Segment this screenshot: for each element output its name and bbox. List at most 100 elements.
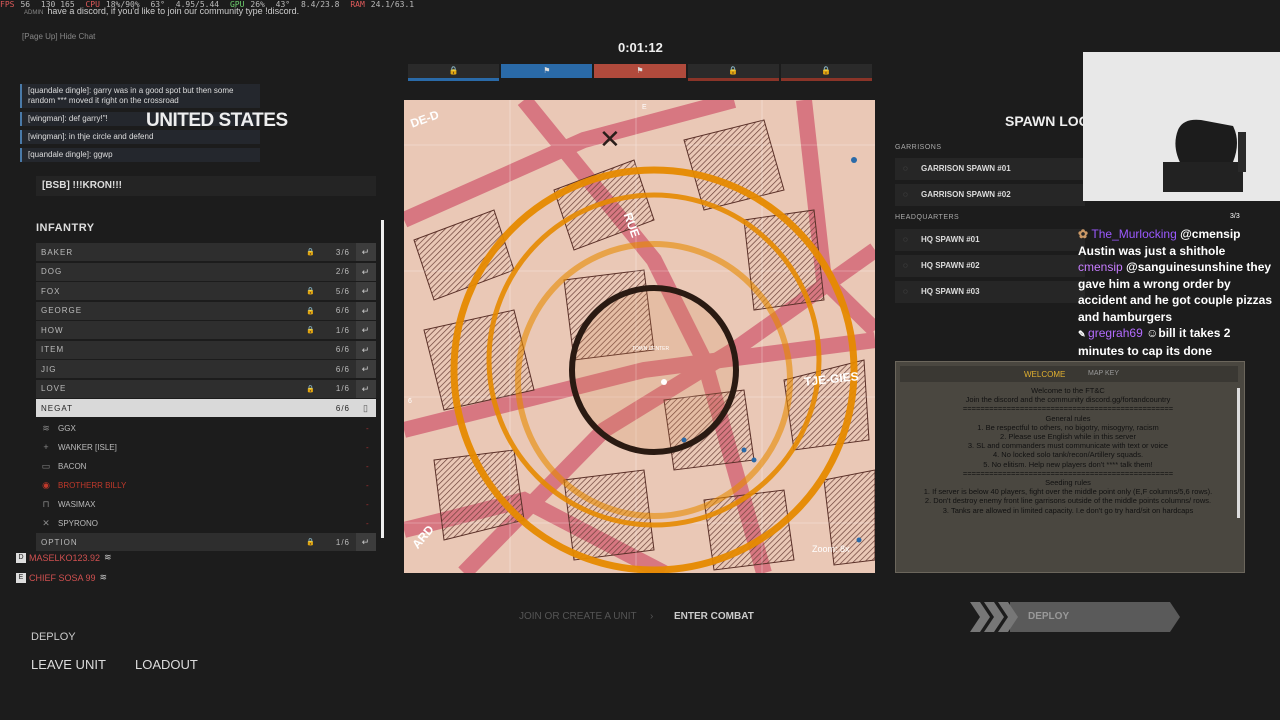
- unassigned-player[interactable]: E CHIEF SOSA 99 ≋: [16, 572, 107, 583]
- engineer-icon: ✕: [42, 517, 50, 528]
- welcome-line: 3. Tanks are allowed in limited capacity…: [942, 505, 1194, 515]
- ram-label: RAM: [350, 0, 365, 9]
- welcome-line: Join the discord and the community disco…: [965, 395, 1171, 405]
- join-unit-button[interactable]: ↵: [356, 379, 376, 398]
- member-row[interactable]: + WANKER [ISLE] -: [36, 438, 376, 456]
- spawn-icon: ◌: [903, 235, 908, 244]
- spawn-label: HQ SPAWN #02: [921, 261, 980, 270]
- unit-row-option[interactable]: OPTION 🔒 1/6 ↵: [36, 533, 376, 551]
- vram-value: 8.4/23.8: [300, 0, 340, 9]
- member-name: BACON: [58, 461, 87, 471]
- unit-row-negat[interactable]: NEGAT 6/6 ▯: [36, 399, 376, 417]
- unit-count: 1/6: [335, 384, 350, 393]
- leave-unit-button[interactable]: LEAVE UNIT: [31, 657, 106, 672]
- spawn-label: HQ SPAWN #01: [921, 235, 980, 244]
- spawn-icon: ◌: [903, 287, 908, 296]
- member-row[interactable]: ◉ BROTHERR BILLY -: [36, 476, 376, 494]
- deploy-button[interactable]: DEPLOY: [970, 602, 1180, 632]
- lock-icon: 🔒: [306, 385, 316, 393]
- welcome-scrollbar[interactable]: [1237, 388, 1240, 518]
- member-row[interactable]: ▭ BACON -: [36, 457, 376, 475]
- unit-name: NEGAT: [41, 403, 73, 413]
- tab-map-key[interactable]: MAP KEY: [1088, 370, 1119, 377]
- join-unit-button[interactable]: ↵: [356, 360, 376, 378]
- join-unit-button[interactable]: ↵: [356, 262, 376, 281]
- tactical-map[interactable]: ✕ TOWN CENTER Zoom: 8x E 6 RUE TJE-GIES …: [404, 100, 875, 573]
- member-name: WANKER [ISLE]: [58, 442, 117, 452]
- unit-name: GEORGE: [41, 306, 83, 315]
- unit-row-baker[interactable]: BAKER 🔒 3/6 ↵: [36, 243, 376, 261]
- spawn-label: HQ SPAWN #03: [921, 287, 980, 296]
- garrison-spawn-2[interactable]: ◌ GARRISON SPAWN #02: [895, 184, 1085, 206]
- spawn-panel-title: SPAWN LOC: [1005, 113, 1089, 129]
- role-badge: D: [16, 552, 26, 563]
- welcome-line: 4. No locked solo tank/recon/Artillery s…: [992, 450, 1144, 460]
- unit-name: ITEM: [41, 345, 65, 354]
- server-message-text: have a discord, if you'd like to join ou…: [47, 6, 300, 16]
- unit-count: 1/6: [335, 537, 350, 547]
- objective-sector: ⚑: [594, 64, 686, 78]
- server-message: ADMIN have a discord, if you'd like to jo…: [24, 6, 299, 16]
- unit-row-george[interactable]: GEORGE 🔒 6/6 ↵: [36, 301, 376, 320]
- unit-count: 6/6: [335, 306, 350, 315]
- team-name: UNITED STATES: [146, 110, 288, 131]
- unit-row-item[interactable]: ITEM 6/6 ↵: [36, 340, 376, 359]
- hq-spawn-2[interactable]: ◌ HQ SPAWN #02: [895, 255, 1085, 277]
- member-row[interactable]: ⊓ WASIMAX -: [36, 495, 376, 513]
- welcome-text: Welcome to the FT&C Join the discord and…: [904, 386, 1232, 515]
- spawn-label: GARRISON SPAWN #01: [921, 164, 1011, 173]
- player-name: MASELKO123.92: [29, 552, 101, 563]
- lock-icon: 🔒: [448, 66, 459, 75]
- join-unit-button[interactable]: ↵: [356, 321, 376, 339]
- member-row[interactable]: ✕ SPYRONO -: [36, 514, 376, 532]
- lock-icon: 🔒: [306, 288, 316, 295]
- spawn-icon: ◌: [903, 190, 908, 199]
- hq-spawn-3[interactable]: ◌ HQ SPAWN #03: [895, 281, 1085, 303]
- role-badge: E: [16, 572, 26, 583]
- player-name: CHIEF SOSA 99: [29, 572, 96, 583]
- join-unit-button[interactable]: ↵: [356, 282, 376, 300]
- loadout-button[interactable]: LOADOUT: [135, 657, 198, 672]
- member-row[interactable]: ≋ GGX -: [36, 419, 376, 437]
- unit-row-fox[interactable]: FOX 🔒 5/6 ↵: [36, 282, 376, 300]
- unit-count: 5/6: [335, 286, 350, 296]
- welcome-line: Seeding rules: [1045, 478, 1091, 488]
- lock-icon: 🔒: [728, 66, 739, 75]
- chat-message: [quandale dingle]: ggwp: [20, 148, 260, 162]
- chat-username: The_Murlocking: [1091, 227, 1177, 241]
- hide-chat-hint[interactable]: [Page Up] Hide Chat: [22, 32, 95, 41]
- unit-list-scrollbar[interactable]: [381, 220, 384, 538]
- unit-row-love[interactable]: LOVE 🔒 1/6 ↵: [36, 379, 376, 398]
- welcome-tabs: WELCOME MAP KEY: [900, 366, 1238, 382]
- chat-message: [wingman]: in thje circle and defend: [20, 130, 260, 144]
- leave-unit-icon[interactable]: ▯: [356, 399, 376, 417]
- flag-icon: ⚑: [636, 66, 644, 75]
- unit-row-dog[interactable]: DOG 2/6 ↵: [36, 262, 376, 281]
- join-unit-button[interactable]: ↵: [356, 340, 376, 359]
- unit-row-how[interactable]: HOW 🔒 1/6 ↵: [36, 321, 376, 339]
- unit-name: FOX: [41, 286, 61, 296]
- unit-name: JIG: [41, 364, 57, 374]
- chat-message: [quandale dingle]: garry was in a good s…: [20, 84, 260, 108]
- stream-chat-message: cmensip @sanguinesunshine they gave him …: [1078, 259, 1278, 325]
- objective-sector: 🔒: [408, 64, 500, 81]
- join-unit-button[interactable]: ↵: [356, 533, 376, 551]
- admin-tag: ADMIN: [24, 10, 44, 16]
- ram-value: 24.1/63.1: [370, 0, 415, 9]
- map-graphic: ✕: [404, 100, 875, 573]
- tab-welcome[interactable]: WELCOME: [1024, 370, 1065, 379]
- join-unit-button[interactable]: ↵: [356, 301, 376, 320]
- join-unit-button[interactable]: ↵: [356, 243, 376, 261]
- hq-spawn-1[interactable]: ◌ HQ SPAWN #01: [895, 229, 1085, 251]
- unassigned-player[interactable]: D MASELKO123.92 ≋: [16, 552, 112, 563]
- unit-row-jig[interactable]: JIG 6/6 ↵: [36, 360, 376, 378]
- step-enter-combat[interactable]: ENTER COMBAT: [674, 611, 754, 622]
- welcome-line: 2. Don't destroy enemy front line garris…: [924, 496, 1212, 506]
- garrison-spawn-1[interactable]: ◌ GARRISON SPAWN #01: [895, 158, 1085, 180]
- unit-name: BAKER: [41, 247, 74, 257]
- user-icon: ✿: [1078, 227, 1092, 241]
- welcome-line: 5. No elitism. Help new players don't **…: [983, 459, 1153, 469]
- welcome-line: 2. Please use English while in this serv…: [1000, 432, 1136, 442]
- step-join-unit[interactable]: JOIN OR CREATE A UNIT: [519, 611, 637, 622]
- deploy-menu-label[interactable]: DEPLOY: [31, 631, 76, 643]
